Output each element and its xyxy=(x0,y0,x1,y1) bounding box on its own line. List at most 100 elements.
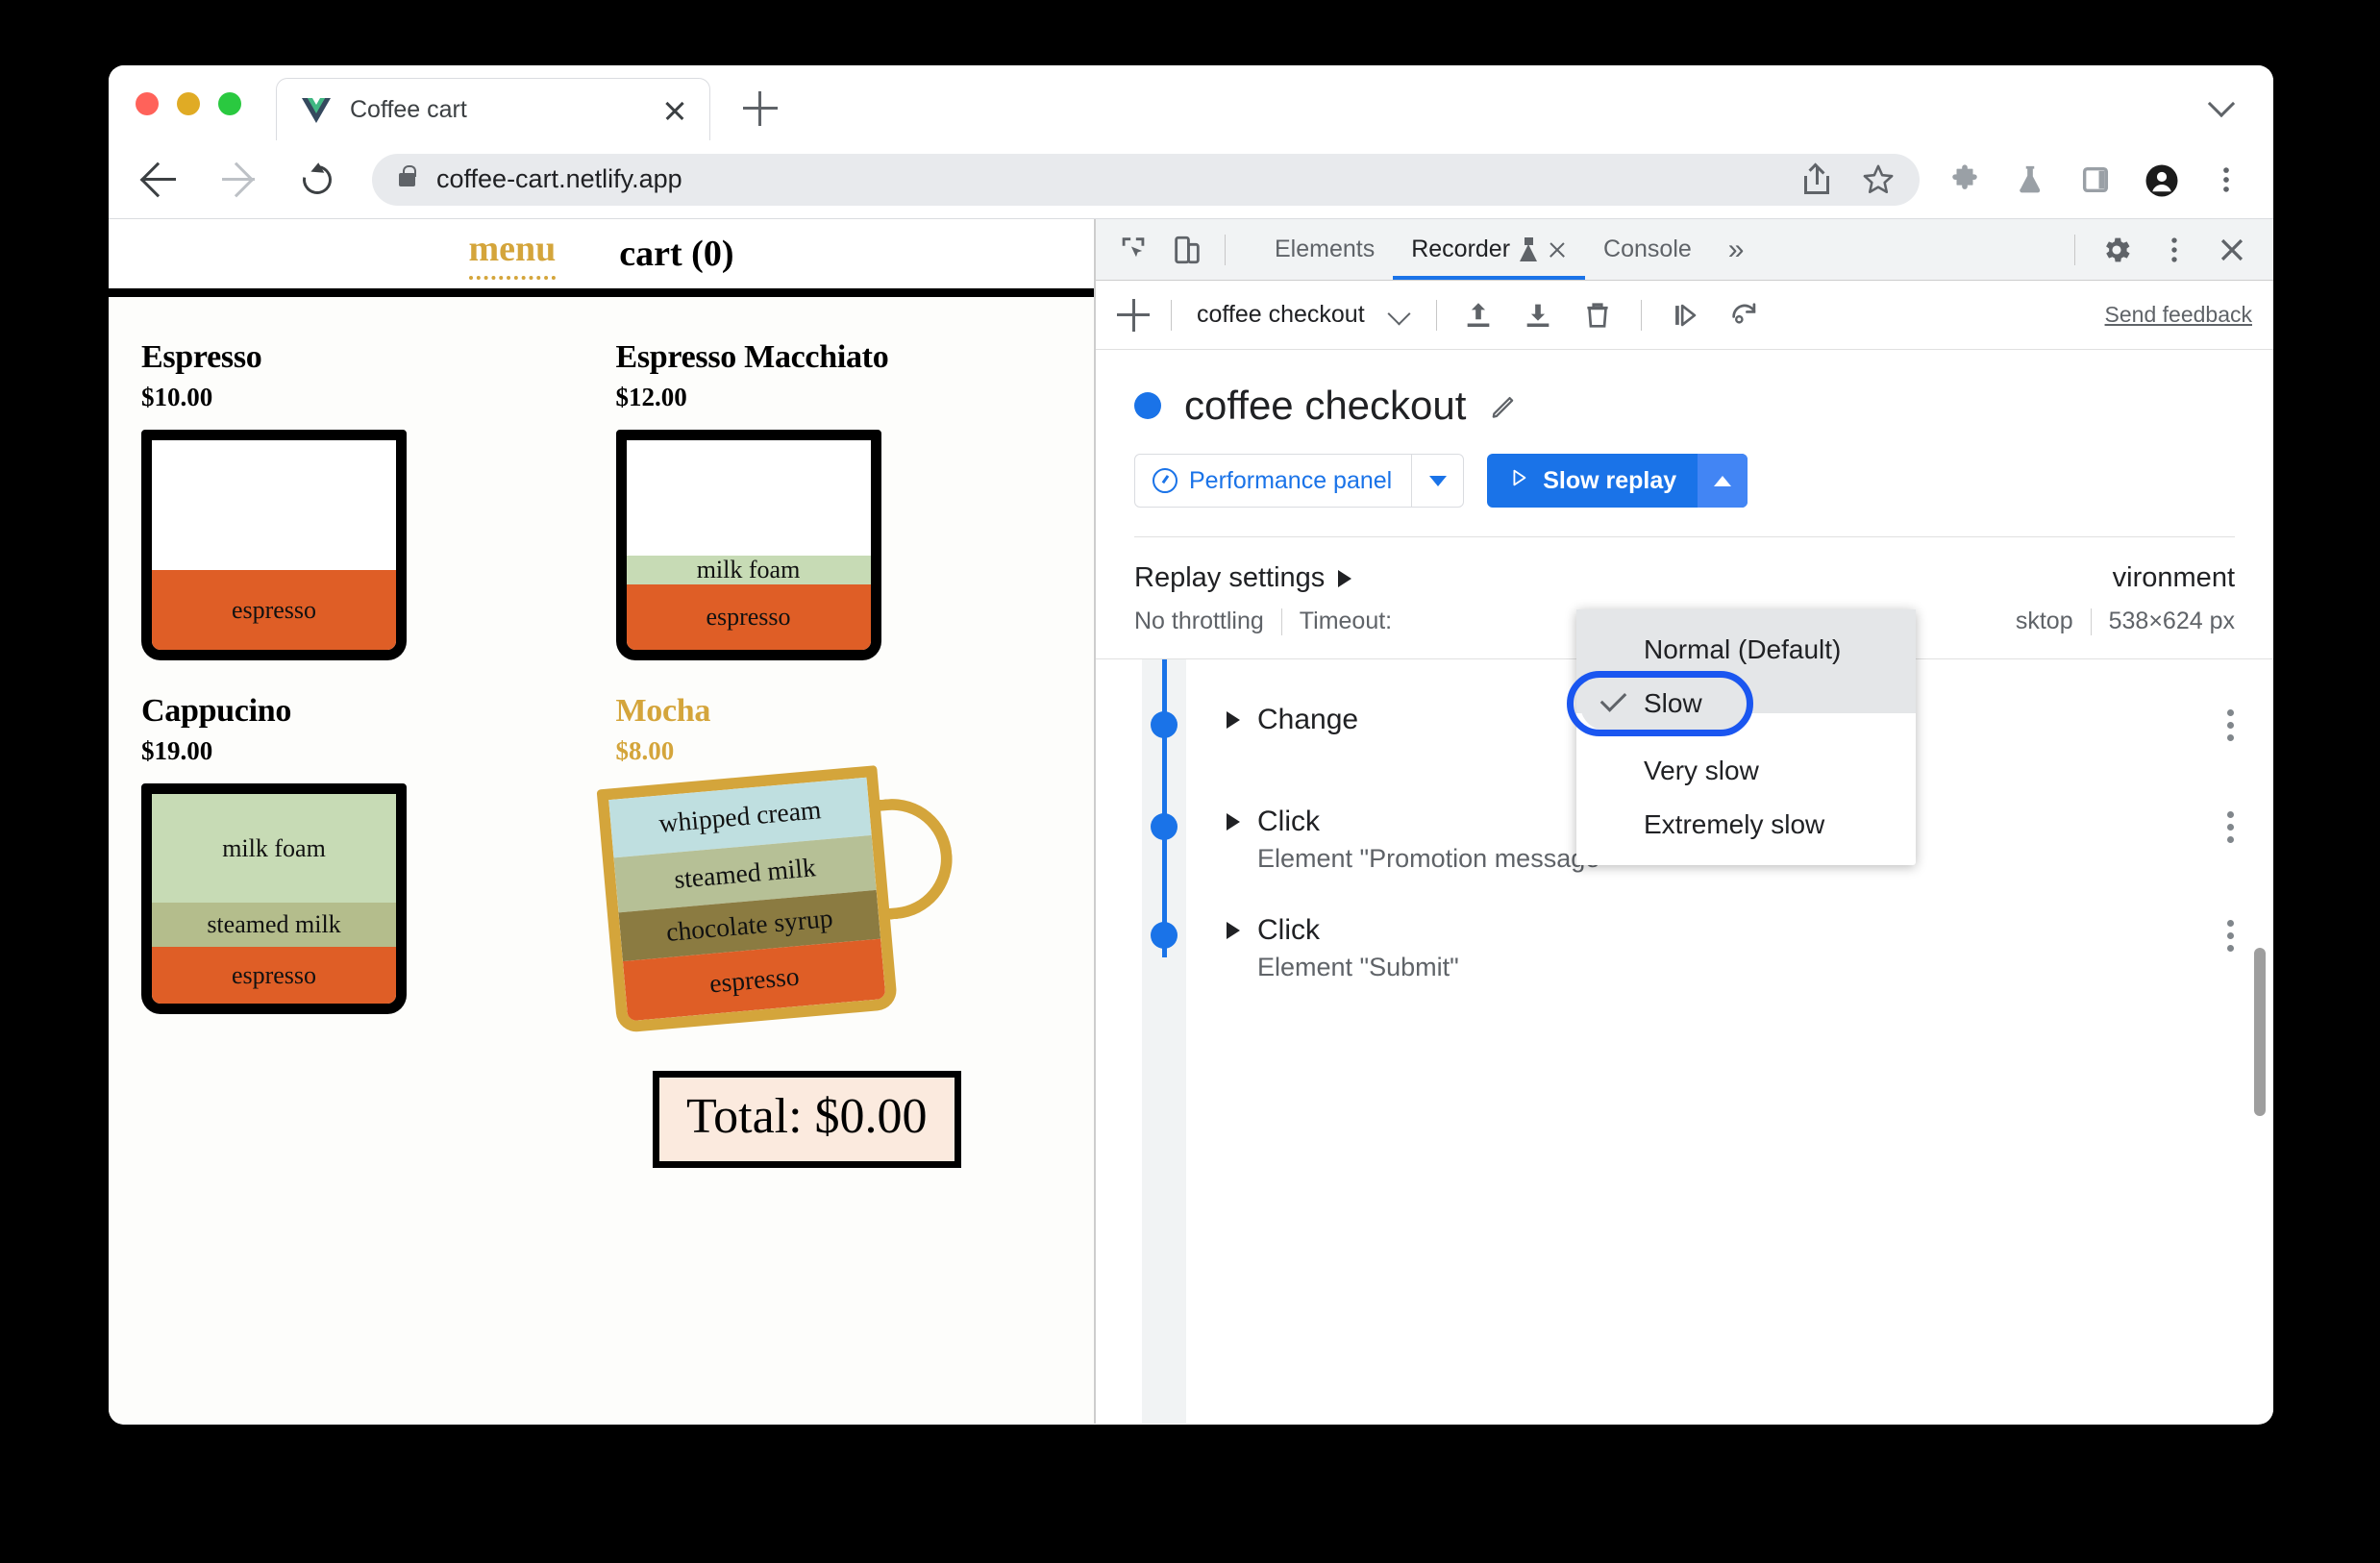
product-card-espresso-macchiato[interactable]: Espresso Macchiato $12.00 milk foam espr… xyxy=(615,339,1062,668)
device-value: sktop xyxy=(2015,608,2073,634)
divider xyxy=(1435,299,1437,331)
divider xyxy=(1171,299,1172,331)
product-price: $19.00 xyxy=(141,736,213,765)
extensions-puzzle-icon[interactable] xyxy=(1948,163,1981,196)
recording-selector-label[interactable]: coffee checkout xyxy=(1197,301,1365,329)
step-menu-icon[interactable] xyxy=(2227,806,2235,849)
slow-replay-button[interactable]: Slow replay xyxy=(1487,454,1698,508)
viewport-value: 538×624 px xyxy=(2108,608,2235,634)
step-replay-icon[interactable] xyxy=(1669,299,1701,332)
send-feedback-link[interactable]: Send feedback xyxy=(2105,302,2252,328)
step-type: Change xyxy=(1257,704,1359,735)
tab-label: Recorder xyxy=(1411,236,1511,262)
export-icon[interactable] xyxy=(1522,299,1554,332)
divider xyxy=(2074,234,2075,265)
undo-replay-icon[interactable] xyxy=(1728,299,1761,332)
triangle-right-icon xyxy=(1338,569,1352,587)
settings-gear-icon[interactable] xyxy=(2100,234,2133,266)
tab-elements[interactable]: Elements xyxy=(1256,219,1393,280)
window-controls xyxy=(136,92,241,115)
reload-button[interactable] xyxy=(295,158,339,202)
step-type: Click xyxy=(1257,914,1320,946)
caret-up-icon xyxy=(1714,475,1732,486)
forward-button[interactable] xyxy=(216,158,260,202)
close-devtools-icon[interactable] xyxy=(2216,234,2248,266)
replay-speed-dropdown-button[interactable] xyxy=(1698,454,1748,508)
side-panel-icon[interactable] xyxy=(2079,163,2112,196)
cup-illustration: espresso xyxy=(141,430,587,668)
replay-settings-toggle[interactable]: Replay settings xyxy=(1134,562,1352,594)
tab-recorder[interactable]: Recorder xyxy=(1393,219,1585,280)
bookmark-star-icon[interactable] xyxy=(1862,163,1895,196)
timeline-dot xyxy=(1151,922,1178,949)
maximize-window-button[interactable] xyxy=(218,92,241,115)
cup-layer: steamed milk xyxy=(152,903,396,948)
lock-icon xyxy=(399,164,416,186)
tab-label: Console xyxy=(1603,236,1692,262)
menu-item-label: Slow xyxy=(1644,688,1702,718)
slow-replay-label: Slow replay xyxy=(1543,466,1677,494)
performance-panel-dropdown-button[interactable] xyxy=(1411,455,1463,507)
step-menu-icon[interactable] xyxy=(2227,704,2235,747)
device-toolbar-icon[interactable] xyxy=(1171,234,1203,266)
inspect-element-icon[interactable] xyxy=(1117,234,1150,266)
devtools-tools xyxy=(1096,234,1243,266)
devtools-tab-bar: Elements Recorder Console » xyxy=(1096,219,2273,281)
chevron-down-icon[interactable] xyxy=(2210,94,2235,108)
minimize-window-button[interactable] xyxy=(177,92,200,115)
cup-layer: espresso xyxy=(152,570,396,650)
add-recording-button[interactable] xyxy=(1117,298,1150,332)
expand-step-icon[interactable] xyxy=(1227,922,1240,939)
vue-logo-icon xyxy=(302,97,331,123)
devtools-menu-icon[interactable] xyxy=(2158,234,2191,266)
menu-item-very-slow[interactable]: Very slow xyxy=(1576,744,1916,798)
step-detail: Element "Submit" xyxy=(1257,953,1459,981)
expand-step-icon[interactable] xyxy=(1227,711,1240,729)
more-tabs-button[interactable]: » xyxy=(1710,219,1763,280)
nav-link-menu[interactable]: menu xyxy=(468,228,557,280)
recorder-actions xyxy=(1462,299,1761,332)
step-menu-icon[interactable] xyxy=(2227,914,2235,957)
step-row[interactable]: Click Element "Submit" xyxy=(1096,914,2273,982)
experiments-flask-icon[interactable] xyxy=(2014,163,2046,196)
tab-close-icon[interactable] xyxy=(661,97,688,124)
pencil-icon[interactable] xyxy=(1489,390,1520,421)
recording-buttons: Performance panel Slow replay xyxy=(1134,454,2235,508)
timeline-dot xyxy=(1151,711,1178,738)
delete-icon[interactable] xyxy=(1581,299,1614,332)
profile-avatar-icon[interactable] xyxy=(2144,163,2178,196)
expand-step-icon[interactable] xyxy=(1227,813,1240,831)
cup-layer: milk foam xyxy=(152,794,396,904)
menu-item-label: Normal (Default) xyxy=(1644,634,1842,664)
cup-layer: espresso xyxy=(626,584,871,650)
tab-console[interactable]: Console xyxy=(1585,219,1710,280)
product-card-mocha[interactable]: Mocha $8.00 whipped cream steamed milk c… xyxy=(596,693,1062,1034)
throttling-group: No throttling Timeout: xyxy=(1134,608,1392,635)
nav-link-cart[interactable]: cart (0) xyxy=(619,233,733,275)
menu-item-normal[interactable]: Normal (Default) xyxy=(1576,623,1916,677)
browser-tab[interactable]: Coffee cart xyxy=(276,78,710,141)
cup-illustration: milk foam espresso xyxy=(615,430,1062,668)
menu-item-slow[interactable]: Slow xyxy=(1567,671,1916,736)
replay-button-group: Slow replay xyxy=(1487,454,1748,508)
close-window-button[interactable] xyxy=(136,92,159,115)
product-card-cappucino[interactable]: Cappucino $19.00 milk foam steamed milk … xyxy=(141,693,587,1022)
cart-total: Total: $0.00 xyxy=(653,1071,961,1168)
navigation-buttons xyxy=(109,158,339,202)
new-tab-button[interactable] xyxy=(743,91,778,126)
import-icon[interactable] xyxy=(1462,299,1495,332)
product-card-espresso[interactable]: Espresso $10.00 espresso xyxy=(141,339,587,668)
close-icon[interactable] xyxy=(1548,240,1567,260)
coffee-cart-page: menu cart (0) Espresso $10.00 espresso E… xyxy=(109,219,1095,1424)
back-button[interactable] xyxy=(137,158,182,202)
tab-strip: Coffee cart xyxy=(109,65,2273,141)
address-bar[interactable]: coffee-cart.netlify.app xyxy=(372,153,1920,206)
cup-body: espresso xyxy=(141,430,407,660)
share-icon[interactable] xyxy=(1800,162,1833,196)
steps-scrollbar[interactable] xyxy=(2254,948,2266,1116)
chevron-down-icon[interactable] xyxy=(1390,305,1411,326)
menu-item-extremely-slow[interactable]: Extremely slow xyxy=(1576,798,1916,852)
tab-label: Elements xyxy=(1275,236,1376,262)
performance-panel-button[interactable]: Performance panel xyxy=(1134,454,1465,508)
chrome-menu-icon[interactable] xyxy=(2210,163,2243,196)
